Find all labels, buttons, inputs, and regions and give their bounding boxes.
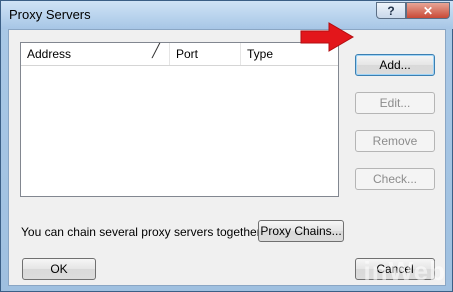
- proxy-servers-window: Proxy Servers ? ✕ Address ╱ Port Type Ad…: [0, 0, 453, 292]
- close-button[interactable]: ✕: [406, 2, 450, 19]
- window-title: Proxy Servers: [9, 7, 91, 22]
- column-header-port[interactable]: Port: [169, 43, 240, 65]
- add-button[interactable]: Add...: [355, 54, 435, 76]
- check-button[interactable]: Check...: [355, 168, 435, 190]
- ok-button[interactable]: OK: [22, 258, 96, 280]
- red-arrow-icon: [300, 22, 354, 52]
- remove-button[interactable]: Remove: [355, 130, 435, 152]
- proxy-chains-button[interactable]: Proxy Chains...: [258, 220, 344, 242]
- help-button[interactable]: ?: [376, 2, 406, 19]
- proxy-list[interactable]: Address ╱ Port Type: [20, 42, 339, 197]
- title-bar: Proxy Servers ? ✕: [1, 1, 453, 29]
- list-header: Address ╱ Port Type: [21, 43, 338, 66]
- edit-button[interactable]: Edit...: [355, 92, 435, 114]
- chain-description: You can chain several proxy servers toge…: [21, 225, 265, 239]
- title-bar-buttons: ? ✕: [376, 2, 450, 19]
- watermark-logo: inWeb: [363, 256, 446, 286]
- dialog-client-area: Address ╱ Port Type Add... Edit... Remov…: [8, 29, 446, 286]
- column-sort-indicator: ╱: [152, 43, 160, 58]
- column-header-address[interactable]: Address: [21, 43, 169, 65]
